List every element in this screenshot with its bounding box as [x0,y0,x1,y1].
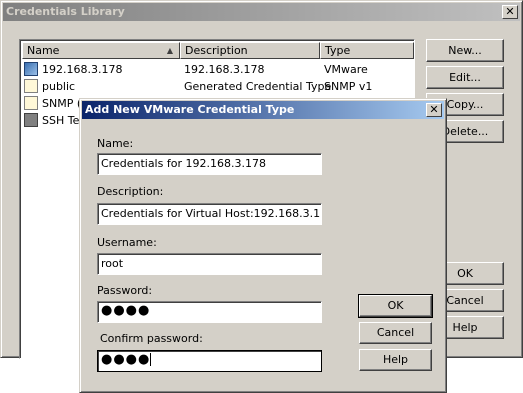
description-field[interactable]: Credentials for Virtual Host:192.168.3.1… [97,203,322,225]
close-icon: ✕ [429,103,439,116]
library-ok-label: OK [457,267,473,280]
row-name-cell: 192.168.3.178 [24,62,122,78]
vmware-icon [24,62,38,76]
password-value: ●●●● [101,303,151,318]
name-value: Credentials for 192.168.3.178 [101,157,266,170]
password-label: Password: [97,284,153,297]
column-name-label: Name [27,44,60,57]
library-title-bar[interactable]: Credentials Library [3,3,520,21]
column-type-label: Type [325,44,351,57]
row-name-cell: SSH Te [24,113,79,129]
ssh-icon [24,113,38,127]
library-help-label: Help [452,321,478,334]
password-field[interactable]: ●●●● [97,301,322,323]
column-header-description[interactable]: Description [180,42,320,59]
list-item[interactable]: 192.168.3.178 192.168.3.178 VMware [22,62,414,78]
dialog-ok-button[interactable]: OK [358,294,433,318]
dialog-title-bar[interactable]: Add New VMware Credential Type [82,101,444,119]
description-value: Credentials for Virtual Host:192.168.3.1… [101,207,322,220]
row-name: 192.168.3.178 [42,63,123,76]
name-label: Name: [97,137,134,150]
list-item[interactable]: public Generated Credential Type SNMP v1 [22,79,414,95]
add-credential-dialog: Add New VMware Credential Type ✕ Name: C… [79,98,447,393]
description-label: Description: [97,185,164,198]
row-name: SNMP ( [42,97,82,110]
row-name-cell: SNMP ( [24,96,81,112]
dialog-help-label: Help [382,353,409,366]
row-description: 192.168.3.178 [184,63,265,76]
dialog-title: Add New VMware Credential Type [85,103,295,116]
edit-button-label: Edit... [449,71,481,84]
library-cancel-label: Cancel [446,294,484,307]
close-icon: ✕ [505,5,515,18]
confirm-password-value: ●●●● [101,352,151,367]
column-header-name[interactable]: Name ▲ [22,42,180,59]
dialog-cancel-button[interactable]: Cancel [359,322,432,344]
username-value: root [101,257,124,270]
sort-ascending-icon: ▲ [166,46,173,55]
new-button[interactable]: New... [426,39,504,62]
row-type: SNMP v1 [324,80,373,93]
name-field[interactable]: Credentials for 192.168.3.178 [97,153,322,175]
row-description: Generated Credential Type [184,80,332,93]
delete-button-label: Delete... [441,125,489,138]
page-icon [24,79,38,93]
page-icon [24,96,38,110]
dialog-cancel-label: Cancel [376,326,415,339]
row-name-cell: public [24,79,75,95]
edit-button[interactable]: Edit... [426,66,504,89]
username-label: Username: [97,236,157,249]
library-close-button[interactable]: ✕ [502,5,518,19]
column-description-label: Description [185,44,248,57]
row-type: VMware [324,63,368,76]
username-field[interactable]: root [97,253,322,275]
confirm-password-field[interactable]: ●●●● [97,350,322,372]
copy-button-label: Copy... [446,98,484,111]
column-header-type[interactable]: Type [320,42,414,59]
library-title: Credentials Library [6,5,125,18]
row-name: SSH Te [42,114,80,127]
dialog-help-button[interactable]: Help [359,349,432,371]
text-caret [150,353,152,366]
row-name: public [42,80,76,93]
confirm-password-label: Confirm password: [100,332,203,345]
dialog-close-button[interactable]: ✕ [426,103,442,117]
dialog-ok-label: OK [387,299,404,312]
new-button-label: New... [448,44,482,57]
